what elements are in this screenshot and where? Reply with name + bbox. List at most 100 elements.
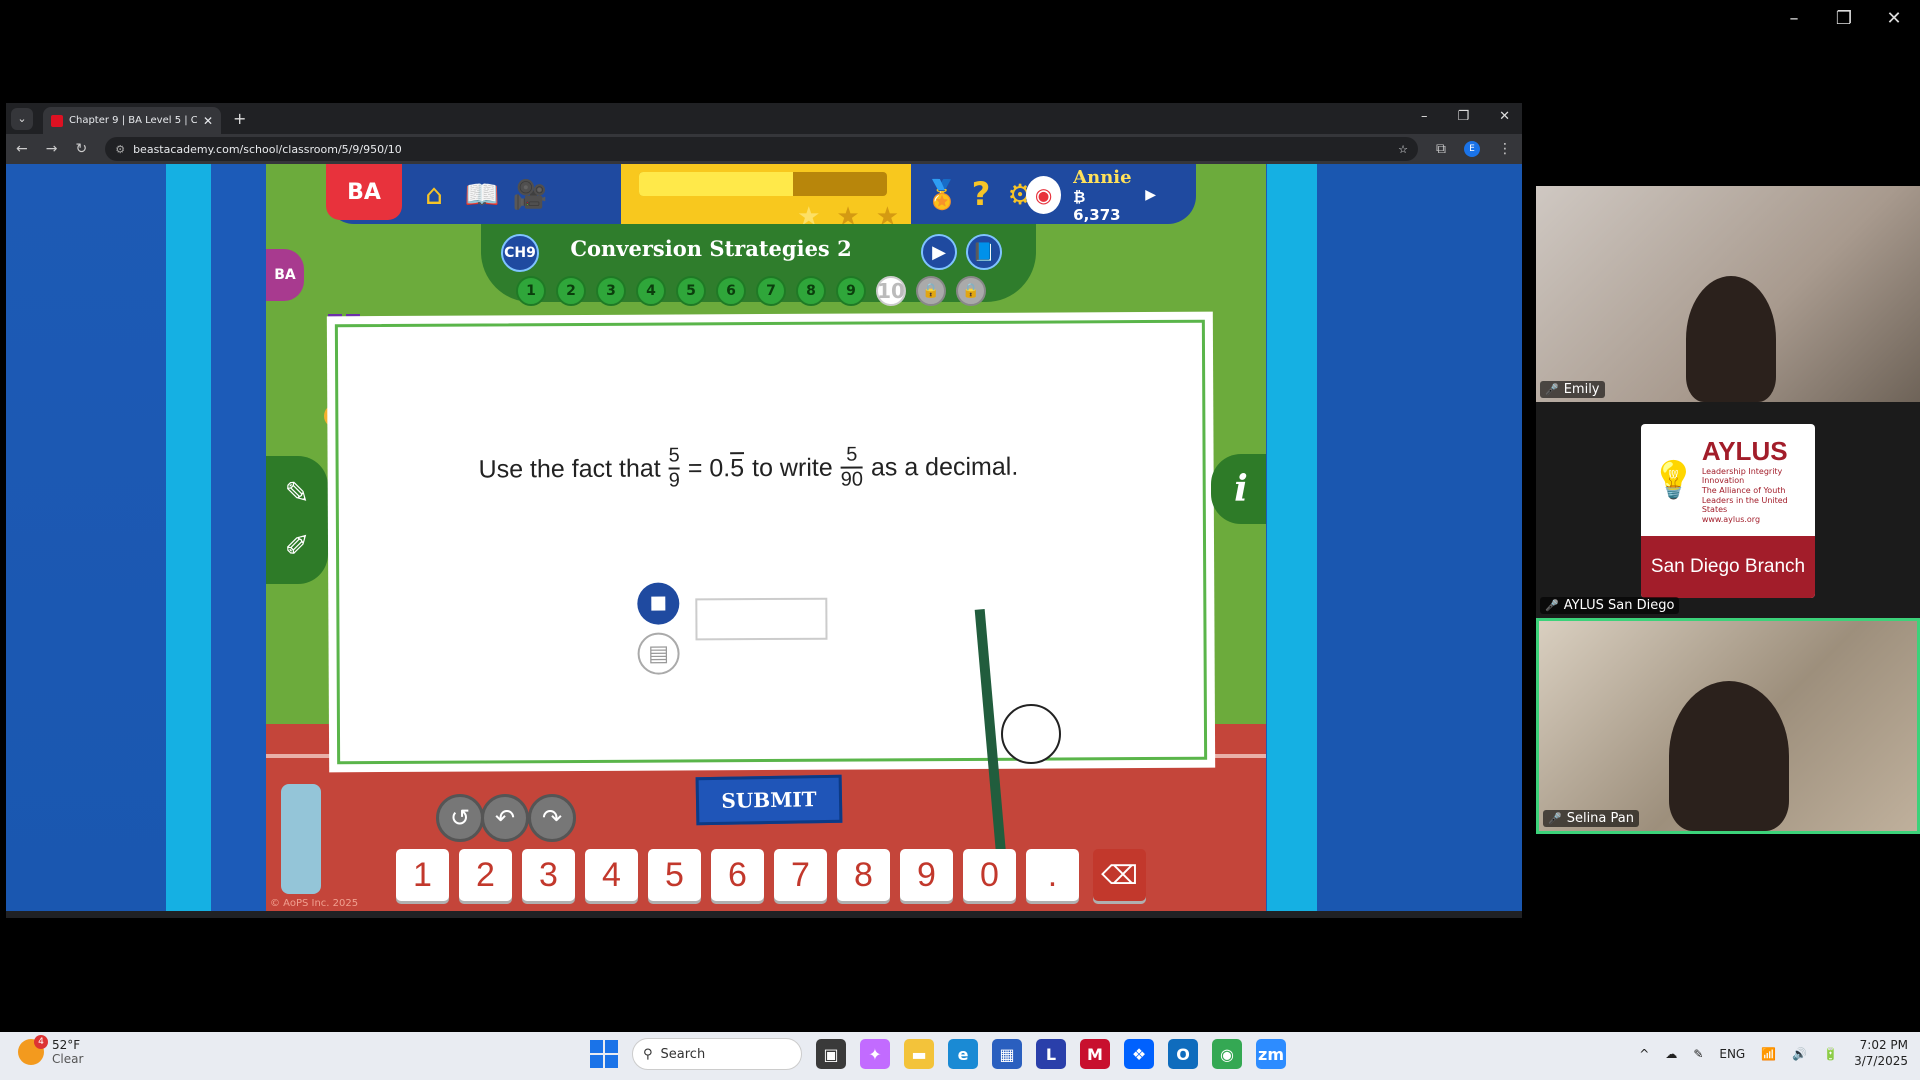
chapter-badge[interactable]: CH9 [501,234,539,272]
play-video-button[interactable]: ▶ [921,234,957,270]
keypad-key-6[interactable]: 6 [711,849,764,901]
new-tab-button[interactable]: + [233,109,246,128]
problem-dot-10[interactable]: 10 [876,276,906,306]
wifi-icon[interactable]: 📶 [1761,1047,1776,1061]
launcher-l-icon[interactable]: L [1036,1039,1066,1069]
eraser-icon[interactable]: ✐ [284,529,309,564]
start-button-icon[interactable] [590,1040,618,1068]
keypad-key-3[interactable]: 3 [522,849,575,901]
taskbar: 4 52°F Clear ⚲ Search ▣ ✦ ▬ e ▦ L M ❖ O … [0,1032,1920,1080]
back-icon[interactable]: ← [16,141,28,157]
browser-close-icon[interactable]: ✕ [1499,109,1510,124]
left-background [6,164,211,911]
zoom-tile-emily[interactable]: 🎤 Emily [1536,186,1920,402]
problem-dot-9[interactable]: 9 [836,276,866,306]
pencil-icon[interactable]: ✎ [284,476,309,511]
browser-restore-icon[interactable]: ❐ [1457,109,1469,124]
dropbox-icon[interactable]: ❖ [1124,1039,1154,1069]
bao-side-tab[interactable]: BA [266,249,304,301]
fraction-five-ninetieths: 5 90 [840,444,863,491]
redo-icon[interactable]: ↷ [528,794,576,842]
reset-icon[interactable]: ↺ [436,794,484,842]
problem-dot-8[interactable]: 8 [796,276,826,306]
user-profile[interactable]: ◉ Annie ₿ 6,373 ▶ [1026,167,1156,224]
backspace-icon[interactable]: ⌫ [1093,849,1146,901]
guide-book-icon[interactable]: 📖 [464,176,500,212]
chrome-icon[interactable]: ◉ [1212,1039,1242,1069]
undo-icon[interactable]: ↶ [481,794,529,842]
progress-bar [639,172,887,196]
store-icon[interactable]: ▦ [992,1039,1022,1069]
language-indicator[interactable]: ENG [1719,1047,1745,1061]
problem-dot-5[interactable]: 5 [676,276,706,306]
video-camera-icon[interactable]: 🎥 [512,176,548,212]
tray-chevron-icon[interactable]: ^ [1639,1047,1649,1061]
browser-minimize-icon[interactable]: – [1421,109,1428,124]
minimize-icon[interactable]: – [1784,8,1804,29]
favicon-icon [51,114,63,127]
answer-input[interactable] [695,597,828,641]
keypad-key-7[interactable]: 7 [774,849,827,901]
info-tab[interactable]: i [1211,454,1266,524]
participant-name: AYLUS San Diego [1563,598,1675,613]
keypad-key-8[interactable]: 8 [837,849,890,901]
scratchpad-tab[interactable]: ✎ ✐ [266,456,328,584]
open-book-button[interactable]: 📘 [966,234,1002,270]
weather-widget[interactable]: 4 52°F Clear [18,1035,83,1067]
profile-avatar[interactable]: E [1464,141,1480,157]
problem-dot-4[interactable]: 4 [636,276,666,306]
keypad-key-5[interactable]: 5 [648,849,701,901]
keypad-key-decimal[interactable]: . [1026,849,1079,901]
mcafee-icon[interactable]: M [1080,1039,1110,1069]
extensions-icon[interactable]: ⧉ [1436,141,1446,157]
zoom-tile-selina[interactable]: 🎤 Selina Pan [1536,618,1920,834]
problem-dot-7[interactable]: 7 [756,276,786,306]
clock[interactable]: 7:02 PM 3/7/2025 [1854,1038,1908,1069]
repeating-decimal-mode-button[interactable]: ▤ [637,632,680,675]
keypad-key-0[interactable]: 0 [963,849,1016,901]
participant-label: 🎤 AYLUS San Diego [1540,597,1680,614]
keypad-key-1[interactable]: 1 [396,849,449,901]
taskbar-search[interactable]: ⚲ Search [632,1038,802,1070]
file-explorer-icon[interactable]: ▬ [904,1039,934,1069]
tab-search-button[interactable]: ⌄ [11,107,33,130]
problem-dot-2[interactable]: 2 [556,276,586,306]
tab-close-icon[interactable]: ✕ [203,114,213,128]
home-icon[interactable]: ⌂ [416,176,452,212]
help-icon[interactable]: ? [963,175,999,213]
problem-dot-3[interactable]: 3 [596,276,626,306]
fraction-numerator: 5 [668,444,680,467]
copilot-icon[interactable]: ✦ [860,1039,890,1069]
url-field[interactable]: ⚙ beastacademy.com/school/classroom/5/9/… [105,137,1418,161]
task-view-icon[interactable]: ▣ [816,1039,846,1069]
submit-button[interactable]: SUBMIT [695,774,843,826]
close-icon[interactable]: ✕ [1884,8,1904,29]
restore-icon[interactable]: ❐ [1834,8,1854,29]
zoom-icon[interactable]: zm [1256,1039,1286,1069]
aylus-logo-card: 💡 AYLUS Leadership Integrity Innovation … [1641,424,1815,598]
aylus-name: AYLUS [1701,435,1788,466]
reload-icon[interactable]: ↻ [75,141,87,157]
onedrive-icon[interactable]: ☁ [1665,1047,1677,1061]
keypad-key-9[interactable]: 9 [900,849,953,901]
edge-icon[interactable]: e [948,1039,978,1069]
browser-window-controls: – ❐ ✕ [1421,109,1510,124]
keypad-key-4[interactable]: 4 [585,849,638,901]
browser-tab[interactable]: Chapter 9 | BA Level 5 | Classro ✕ [43,107,221,134]
battery-icon[interactable]: 🔋 [1823,1047,1838,1061]
problem-dot-6[interactable]: 6 [716,276,746,306]
achievement-medal-icon[interactable]: 🏅 [924,176,960,212]
outlook-icon[interactable]: O [1168,1039,1198,1069]
beast-academy-logo-button[interactable]: BA [326,164,402,220]
volume-icon[interactable]: 🔊 [1792,1047,1807,1061]
decimal-mode-button[interactable] [637,582,680,625]
search-placeholder: Search [660,1046,706,1062]
site-info-icon[interactable]: ⚙ [115,143,125,156]
bookmark-star-icon[interactable]: ☆ [1398,143,1408,156]
forward-icon[interactable]: → [46,141,58,157]
zoom-tile-aylus[interactable]: 💡 AYLUS Leadership Integrity Innovation … [1536,402,1920,618]
keypad-key-2[interactable]: 2 [459,849,512,901]
problem-dot-1[interactable]: 1 [516,276,546,306]
browser-menu-icon[interactable]: ⋮ [1498,141,1512,157]
pen-icon[interactable]: ✎ [1693,1047,1703,1061]
